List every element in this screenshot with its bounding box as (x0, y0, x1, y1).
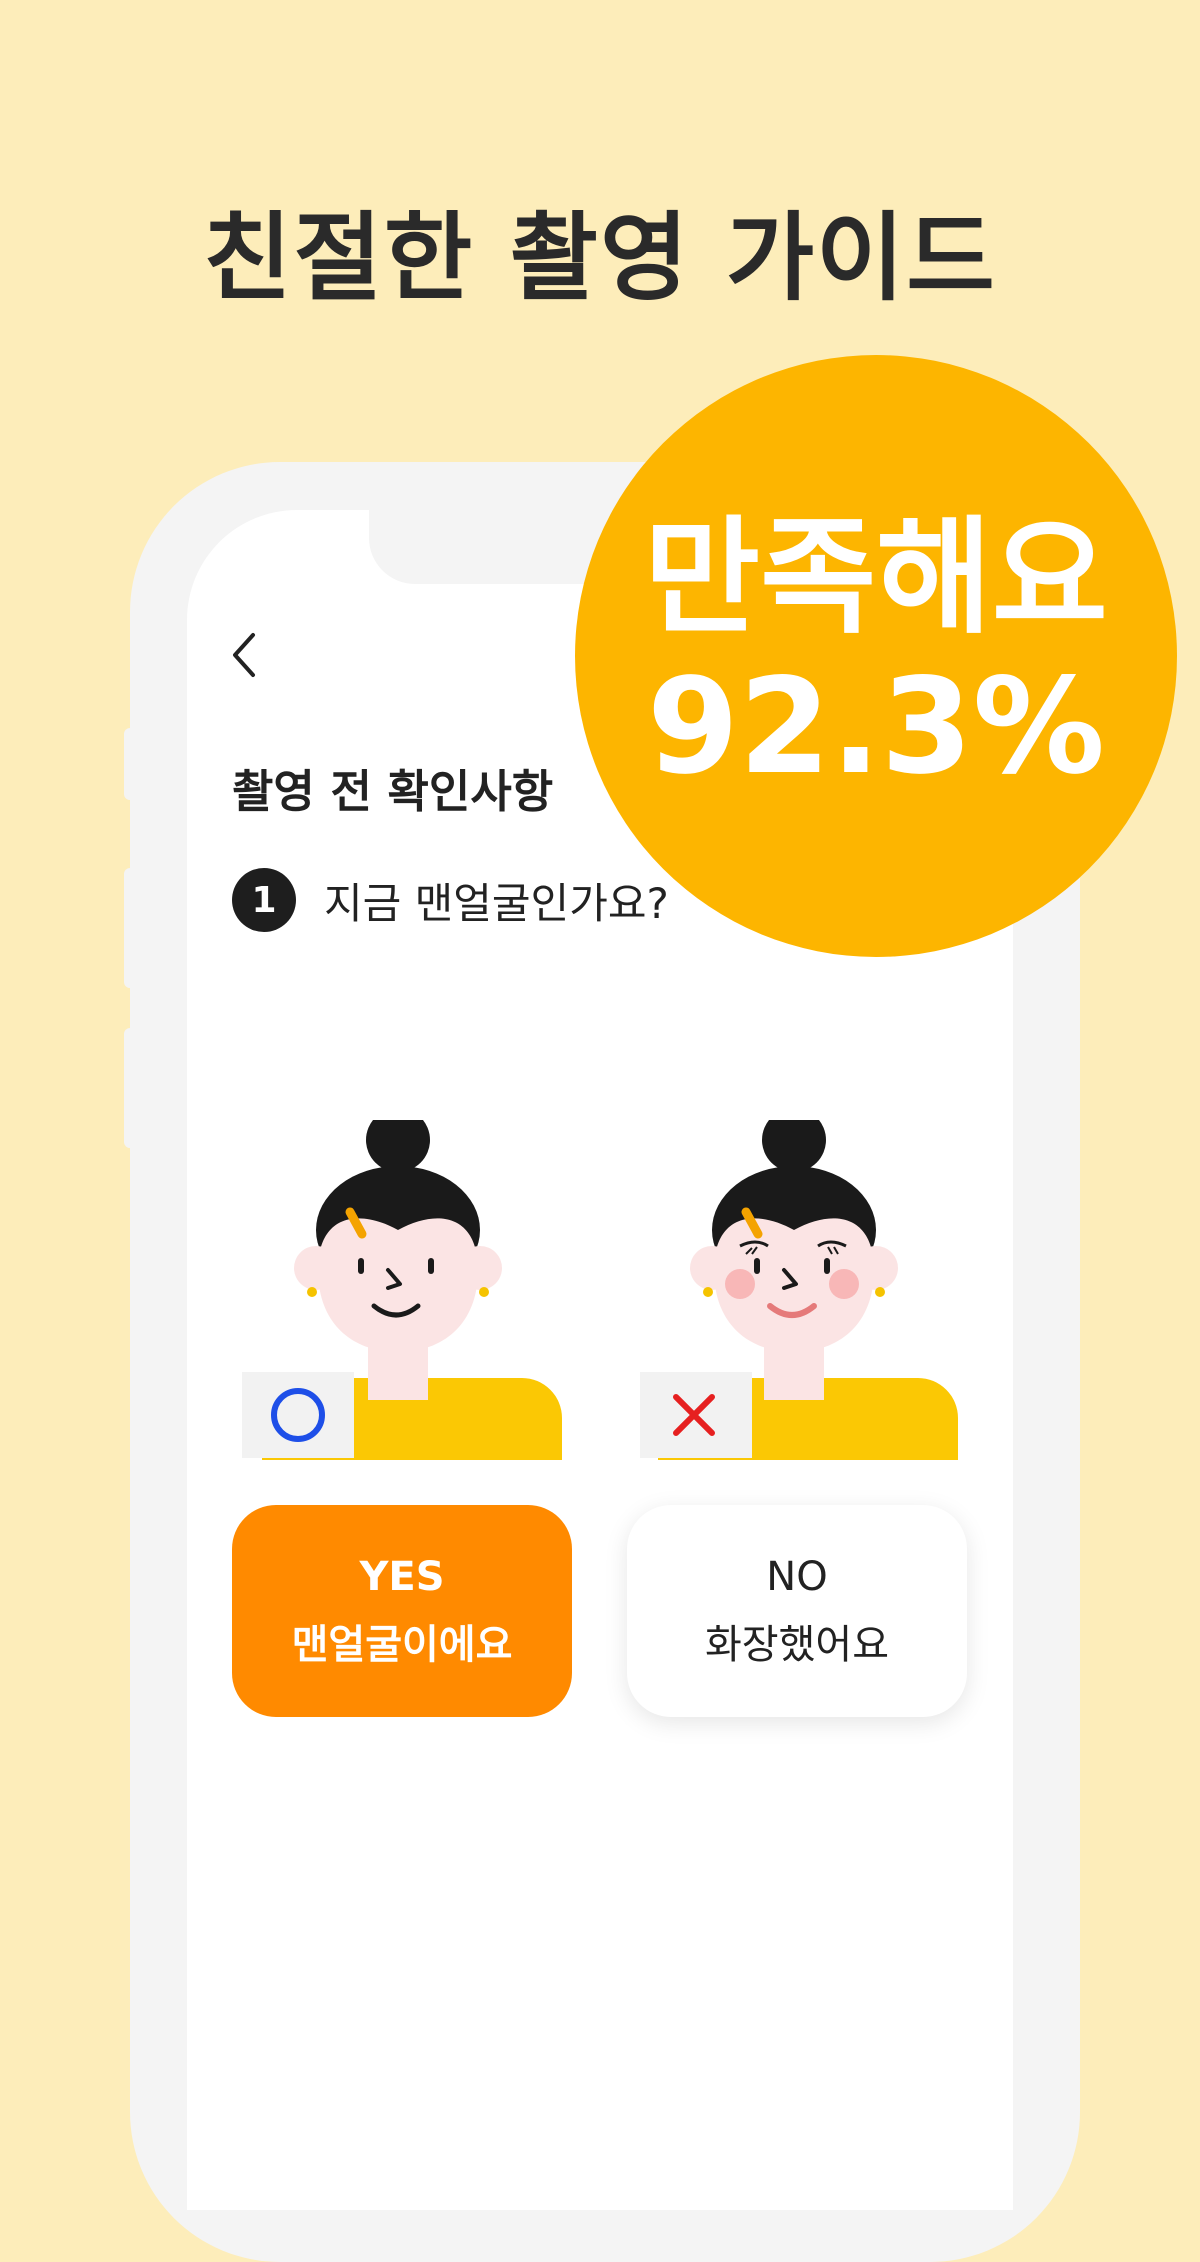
satisfaction-label: 만족해요 (644, 504, 1108, 651)
yes-button-sublabel: 맨얼굴이에요 (291, 1622, 513, 1668)
screen-title: 촬영 전 확인사항 (232, 765, 554, 818)
question-text: 지금 맨얼굴인가요? (324, 878, 669, 928)
page-headline: 친절한 촬영 가이드 (203, 202, 997, 314)
question-number-badge: 1 (232, 868, 296, 932)
satisfaction-rate: 92.3% (647, 650, 1105, 804)
question-row: 1 지금 맨얼굴인가요? (232, 868, 669, 932)
satisfaction-badge: 만족해요 92.3% (575, 355, 1177, 957)
makeup-illustration (628, 1108, 958, 1460)
chevron-left-icon[interactable] (225, 625, 265, 685)
no-button-label: NO (766, 1554, 828, 1600)
no-button[interactable]: NO 화장했어요 (627, 1505, 967, 1717)
no-makeup-illustration (232, 1108, 562, 1460)
no-button-sublabel: 화장했어요 (705, 1622, 889, 1668)
yes-button[interactable]: YES 맨얼굴이에요 (232, 1505, 572, 1717)
yes-button-label: YES (359, 1554, 445, 1600)
